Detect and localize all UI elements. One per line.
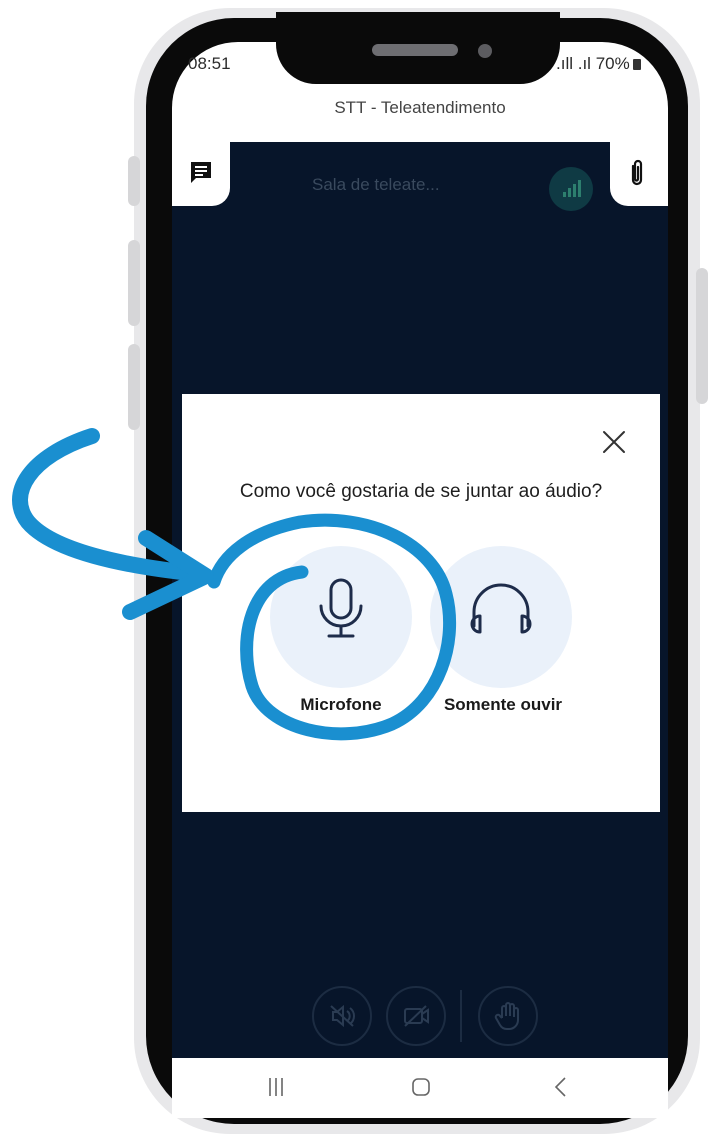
microphone-option-label[interactable]: Microfone (270, 695, 412, 715)
audio-join-dialog (182, 394, 660, 812)
status-indicators: .ıll .ıl 70% (556, 54, 641, 74)
headphones-icon[interactable] (468, 582, 534, 638)
paperclip-icon[interactable] (626, 158, 648, 188)
front-camera (478, 44, 492, 58)
chat-icon[interactable] (189, 160, 213, 184)
battery-icon (632, 59, 641, 70)
volume-button (128, 156, 140, 206)
volume-button (128, 344, 140, 430)
dialog-question: Como você gostaria de se juntar ao áudio… (239, 481, 603, 502)
signal-text: .ıll .ıl (556, 54, 591, 73)
toolbar-divider (460, 990, 462, 1042)
video-off-icon (404, 1005, 429, 1027)
raise-hand-button[interactable] (478, 986, 538, 1046)
room-title: Sala de teleate... (312, 175, 440, 194)
signal-strength-icon (563, 180, 581, 197)
speaker-mute-icon (330, 1004, 355, 1028)
close-icon[interactable] (600, 428, 628, 456)
video-off-button[interactable] (386, 986, 446, 1046)
microphone-icon[interactable] (314, 578, 368, 642)
back-icon[interactable] (552, 1076, 570, 1098)
status-time: 08:51 (188, 54, 231, 73)
earpiece-speaker (372, 44, 458, 56)
speaker-mute-button[interactable] (312, 986, 372, 1046)
raise-hand-icon (494, 1002, 519, 1031)
listen-only-option-label[interactable]: Somente ouvir (428, 695, 578, 715)
home-icon[interactable] (410, 1076, 432, 1098)
app-title: STT - Teleatendimento (334, 98, 506, 117)
volume-button (128, 240, 140, 326)
recent-apps-icon[interactable] (266, 1076, 286, 1098)
battery-text: 70% (595, 54, 630, 73)
connection-status[interactable] (549, 167, 593, 211)
power-button (696, 268, 708, 404)
